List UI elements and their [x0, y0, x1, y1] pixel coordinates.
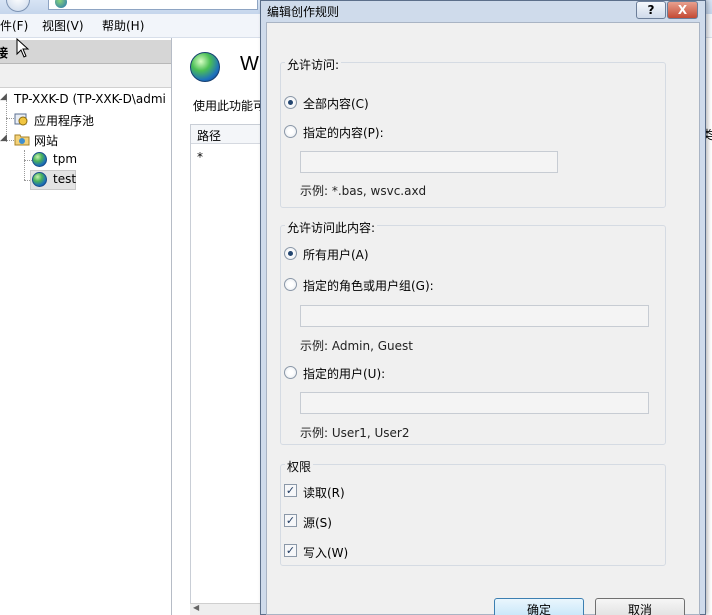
specified-content-label[interactable]: 指定的内容(P): [303, 124, 384, 141]
connections-toolbar [0, 64, 171, 88]
globe-icon [32, 152, 47, 167]
checkmark-icon: ✓ [285, 484, 296, 497]
webdav-globe-icon [190, 52, 220, 82]
expand-arrow-icon[interactable]: ◢ [0, 133, 7, 143]
expand-arrow-icon[interactable]: ◢ [0, 92, 7, 102]
ok-button[interactable]: 确定 [494, 598, 584, 615]
specified-roles-label[interactable]: 指定的角色或用户组(G): [303, 277, 434, 294]
tree-connector [6, 118, 14, 119]
specified-content-radio[interactable] [284, 125, 297, 138]
page-description: 使用此功能可 [193, 99, 266, 113]
tree-item-app-pools[interactable]: 应用程序池 [34, 112, 94, 129]
specified-content-input[interactable] [300, 151, 558, 173]
close-button[interactable]: X [667, 1, 698, 19]
address-bar[interactable] [48, 0, 258, 10]
column-header-label: 路径 [197, 129, 222, 143]
globe-icon [32, 172, 47, 187]
read-checkbox[interactable]: ✓ [284, 484, 297, 497]
checkmark-icon: ✓ [285, 514, 296, 527]
allow-users-label: 允许访问此内容: [285, 219, 378, 236]
tree-item-site-test[interactable]: test [53, 172, 76, 186]
all-users-radio[interactable] [284, 247, 297, 260]
content-example: 示例: *.bas, wsvc.axd [300, 184, 427, 198]
help-button[interactable]: ? [636, 1, 666, 19]
all-content-label[interactable]: 全部内容(C) [303, 95, 369, 112]
users-input[interactable] [300, 392, 649, 414]
close-icon: X [677, 3, 688, 17]
allow-access-label: 允许访问: [285, 56, 342, 73]
connections-title: 接 [0, 46, 9, 60]
scroll-left-icon[interactable]: ◀ [193, 603, 199, 612]
table-row[interactable]: * [197, 150, 203, 164]
permissions-label: 权限 [285, 458, 314, 475]
specified-users-label[interactable]: 指定的用户(U): [303, 365, 385, 382]
roles-input[interactable] [300, 305, 649, 327]
specified-roles-radio[interactable] [284, 278, 297, 291]
rules-table [190, 124, 265, 604]
mouse-cursor-icon [16, 38, 30, 58]
page-title: W [240, 53, 259, 75]
users-example: 示例: User1, User2 [300, 426, 410, 440]
read-label[interactable]: 读取(R) [303, 484, 345, 501]
tree-item-site-tpm[interactable]: tpm [53, 152, 77, 166]
menu-view[interactable]: 视图(V) [42, 17, 84, 34]
roles-example: 示例: Admin, Guest [300, 339, 413, 353]
specified-users-radio[interactable] [284, 366, 297, 379]
tree-connector [6, 140, 14, 141]
horizontal-scrollbar[interactable]: ◀ [190, 603, 265, 615]
app-pool-icon [14, 112, 28, 126]
column-header-path[interactable]: 路径 [191, 125, 264, 144]
source-checkbox[interactable]: ✓ [284, 514, 297, 527]
checkmark-icon: ✓ [285, 544, 296, 557]
tree-item-sites[interactable]: 网站 [34, 132, 58, 149]
all-content-radio[interactable] [284, 96, 297, 109]
tree-item-server[interactable]: TP-XXK-D (TP-XXK-D\admi [14, 92, 166, 106]
write-label[interactable]: 写入(W) [303, 544, 348, 561]
help-icon: ? [647, 3, 655, 17]
tree-connector [24, 160, 32, 161]
all-users-label[interactable]: 所有用户(A) [303, 246, 369, 263]
tree-connector [24, 150, 25, 180]
source-label[interactable]: 源(S) [303, 514, 332, 531]
cancel-button[interactable]: 取消 [595, 598, 685, 615]
sites-folder-icon [14, 132, 30, 146]
write-checkbox[interactable]: ✓ [284, 544, 297, 557]
menu-file[interactable]: 件(F) [0, 17, 28, 34]
menu-help[interactable]: 帮助(H) [102, 17, 144, 34]
dialog-title: 编辑创作规则 [267, 5, 340, 19]
